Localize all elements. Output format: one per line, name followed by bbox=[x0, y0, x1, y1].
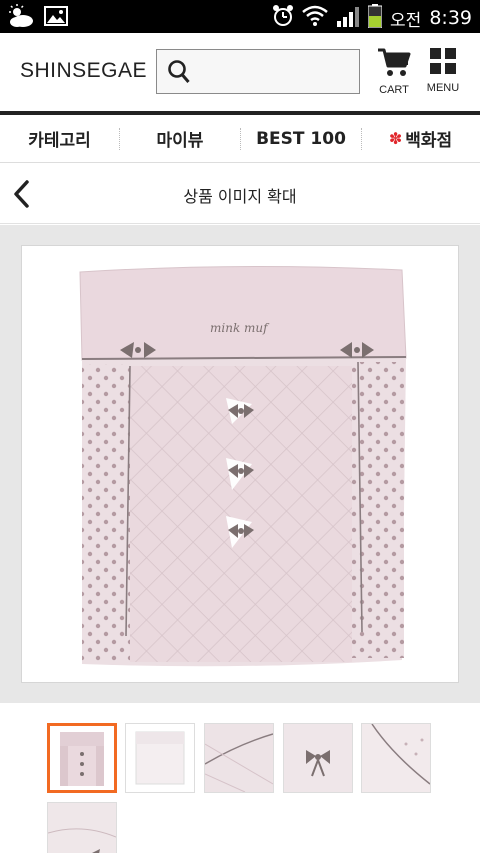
status-left bbox=[8, 4, 68, 32]
thumbnail-ribbon-detail[interactable] bbox=[283, 723, 353, 793]
battery-icon bbox=[367, 4, 383, 32]
image-icon bbox=[44, 5, 68, 31]
site-logo[interactable]: SHINSEGAE bbox=[20, 59, 147, 83]
signal-icon bbox=[336, 5, 360, 31]
wifi-icon bbox=[302, 5, 328, 31]
site-header: SHINSEGAE CART MENU bbox=[0, 33, 480, 111]
page-title: 상품 이미지 확대 bbox=[183, 187, 297, 206]
thumbnail-corner-detail[interactable] bbox=[204, 723, 274, 793]
nav-item-label: BEST 100 bbox=[256, 128, 346, 149]
cart-icon bbox=[377, 48, 411, 81]
nav-item-label: 마이뷰 bbox=[156, 131, 204, 151]
menu-button[interactable]: MENU bbox=[420, 47, 466, 101]
search-input[interactable] bbox=[199, 56, 349, 88]
nav-item-myview[interactable]: 마이뷰 bbox=[120, 115, 240, 163]
nav-item-best100[interactable]: BEST 100 bbox=[241, 115, 361, 163]
alarm-icon bbox=[272, 4, 294, 32]
thumbnail-strip bbox=[0, 703, 480, 853]
svg-text:mink muf: mink muf bbox=[210, 321, 270, 335]
thumbnail-embroidery-detail[interactable] bbox=[47, 802, 117, 853]
flower-icon: ✽ bbox=[388, 129, 403, 148]
nav-item-label: 백화점 bbox=[405, 131, 453, 151]
menu-grid-icon bbox=[429, 48, 457, 79]
menu-label: MENU bbox=[426, 82, 460, 94]
nav-item-category[interactable]: 카테고리 bbox=[0, 115, 119, 163]
nav-item-label: 카테고리 bbox=[28, 131, 91, 151]
status-bar: 오전 8:39 bbox=[0, 0, 480, 33]
status-right: 오전 8:39 bbox=[272, 4, 472, 32]
clock-ampm: 오전 bbox=[390, 10, 422, 31]
category-nav: 카테고리 마이뷰 BEST 100 ✽ 백화점 bbox=[0, 115, 480, 163]
thumbnail-full-view[interactable] bbox=[47, 723, 117, 793]
cart-label: CART bbox=[379, 84, 409, 96]
search-box[interactable] bbox=[156, 49, 360, 94]
product-image: mink muf bbox=[79, 265, 407, 667]
nav-item-department-store[interactable]: ✽ 백화점 bbox=[362, 115, 479, 163]
page-title-bar: 상품 이미지 확대 bbox=[0, 164, 480, 224]
thumbnail-edge-detail[interactable] bbox=[361, 723, 431, 793]
thumbnail-back-view[interactable] bbox=[125, 723, 195, 793]
clock-time: 8:39 bbox=[429, 7, 472, 29]
search-icon[interactable] bbox=[167, 59, 191, 89]
weather-icon bbox=[8, 4, 34, 32]
cart-button[interactable]: CART bbox=[371, 47, 417, 101]
image-viewer: mink muf bbox=[0, 225, 480, 703]
product-image-frame[interactable]: mink muf bbox=[21, 245, 459, 683]
